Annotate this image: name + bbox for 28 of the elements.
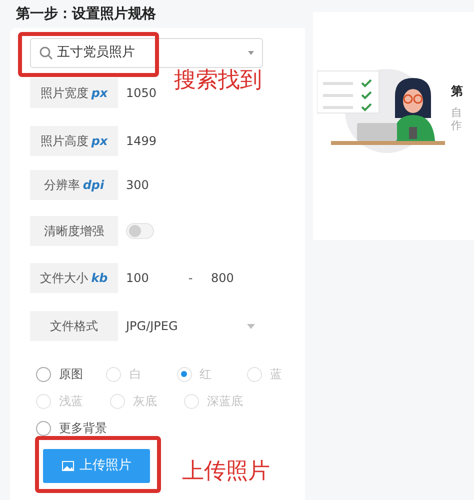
card-description: 作 [451,119,463,132]
field-label: 照片宽度 px [30,78,118,108]
radio-label: 更多背景 [59,420,107,437]
caret-icon [248,51,254,55]
caret-icon [247,324,255,328]
radio-label: 浅蓝 [59,393,83,410]
radio-button[interactable] [36,366,51,382]
radio-label: 蓝 [270,366,282,383]
search-icon [39,46,53,60]
field-label: 文件大小 kb [30,263,118,293]
radio-label: 白 [129,366,142,383]
step-heading: 第一步：设置照片规格 [15,4,157,24]
annotation-text: 上传照片 [182,458,270,486]
card-description: 自 [451,106,463,119]
radio-label: 红 [200,366,212,383]
search-field[interactable]: 五寸党员照片 [30,38,263,68]
radio-label: 灰底 [133,393,157,410]
field-label: 分辨率 dpi [30,170,118,200]
radio-button[interactable] [36,420,51,436]
field-label: 清晰度增强 [30,216,118,246]
image-icon [62,461,74,471]
range-separator: - [187,270,194,287]
radio-label: 深蓝底 [207,393,243,410]
toggle-switch[interactable] [126,223,154,239]
field-label: 文件格式 [30,311,118,341]
radio-label: 原图 [59,366,83,383]
card-title: 第 [451,83,463,100]
field-label: 照片高度 px [30,126,118,156]
